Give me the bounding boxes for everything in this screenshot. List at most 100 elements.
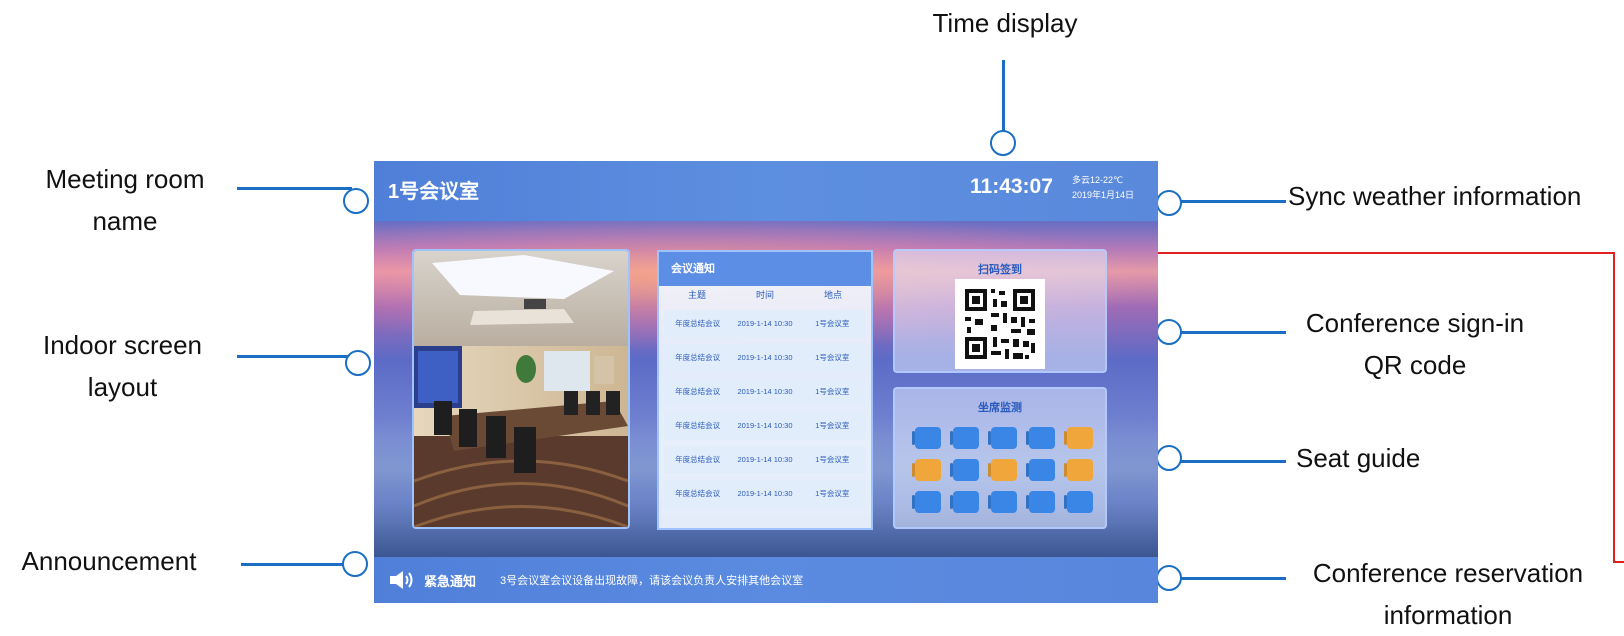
bracket-top	[1158, 252, 1614, 254]
cell-subject: 年度总结会议	[675, 387, 721, 396]
column-location: 地点	[823, 290, 842, 300]
callout-sign-in-qr-line1: Conference sign-in	[1305, 308, 1525, 338]
seat-monitor-panel: 坐席监测	[893, 387, 1107, 529]
cell-subject: 年度总结会议	[675, 455, 721, 464]
date-text: 2019年1月14日	[1072, 190, 1135, 200]
cell-subject: 年度总结会议	[675, 319, 721, 328]
callout-meeting-room-name: Meeting room name	[20, 158, 230, 242]
conference-room-image	[414, 251, 628, 527]
marker-reservation	[1156, 565, 1182, 591]
connector-sign-in-qr	[1180, 331, 1286, 334]
screen-header: 1号会议室 11:43:07 多云12-22℃ 2019年1月14日	[374, 161, 1158, 221]
seat-icon[interactable]	[1067, 427, 1093, 449]
cell-location: 1号会议室	[815, 455, 850, 464]
marker-announcement	[342, 551, 368, 577]
cell-location: 1号会议室	[815, 489, 850, 498]
speaker-icon	[388, 569, 414, 596]
cell-subject: 年度总结会议	[675, 353, 721, 362]
seat-icon[interactable]	[953, 427, 979, 449]
callout-sign-in-qr-line2: QR code	[1363, 350, 1467, 380]
seat-icon[interactable]	[991, 459, 1017, 481]
cell-time: 2019-1-14 10:30	[737, 421, 793, 430]
marker-seat-guide	[1156, 445, 1182, 471]
connector-time	[1002, 60, 1005, 132]
cell-time: 2019-1-14 10:30	[737, 387, 793, 396]
connector-announcement	[241, 563, 351, 566]
connector-room-name	[237, 187, 352, 190]
table-row[interactable]: 年度总结会议 2019-1-14 10:30 1号会议室	[664, 310, 866, 338]
clock-time: 11:43:07	[970, 175, 1053, 198]
callout-seat-guide: Seat guide	[1296, 443, 1421, 473]
table-row[interactable]: 年度总结会议 2019-1-14 10:30 1号会议室	[664, 446, 866, 474]
seat-icon[interactable]	[1029, 491, 1055, 513]
marker-room-name	[343, 188, 369, 214]
cell-time: 2019-1-14 10:30	[737, 455, 793, 464]
callout-sign-in-qr: Conference sign-in QR code	[1285, 302, 1545, 386]
callout-reservation-info-line2: information	[1383, 600, 1513, 630]
bracket-bottom	[1613, 561, 1624, 563]
connector-screen-layout	[237, 355, 354, 358]
seat-grid	[915, 427, 1093, 513]
column-time: 时间	[755, 290, 774, 300]
room-photo	[412, 249, 630, 529]
room-name: 1号会议室	[388, 181, 480, 203]
cell-subject: 年度总结会议	[675, 421, 721, 430]
seat-icon[interactable]	[1067, 459, 1093, 481]
weather-text: 多云12-22℃	[1072, 175, 1124, 185]
connector-reservation	[1180, 577, 1286, 580]
qr-code-icon	[965, 289, 1035, 359]
seat-icon[interactable]	[915, 491, 941, 513]
seat-icon[interactable]	[953, 491, 979, 513]
table-row[interactable]: 年度总结会议 2019-1-14 10:30 1号会议室	[664, 378, 866, 406]
marker-screen-layout	[345, 350, 371, 376]
connector-weather	[1180, 200, 1286, 203]
callout-reservation-info-line1: Conference reservation	[1312, 558, 1584, 588]
notice-columns: 主题 时间 地点	[659, 286, 871, 304]
cell-location: 1号会议室	[815, 387, 850, 396]
seat-icon[interactable]	[1029, 427, 1055, 449]
callout-reservation-info: Conference reservation information	[1288, 552, 1608, 636]
sign-in-title: 扫码签到	[978, 264, 1022, 276]
callout-sync-weather: Sync weather information	[1288, 181, 1582, 211]
column-subject: 主题	[687, 290, 706, 300]
cell-subject: 年度总结会议	[675, 489, 721, 498]
seat-icon[interactable]	[1067, 491, 1093, 513]
callout-meeting-room-name-line1: Meeting room	[45, 164, 205, 194]
callout-indoor-screen-layout-line2: layout	[87, 372, 158, 402]
callout-announcement: Announcement	[21, 546, 197, 576]
cell-time: 2019-1-14 10:30	[737, 353, 793, 362]
table-row[interactable]: 年度总结会议 2019-1-14 10:30 1号会议室	[664, 412, 866, 440]
announcement-text: 3号会议室会议设备出现故障，请该会议负责人安排其他会议室	[500, 575, 804, 587]
cell-time: 2019-1-14 10:30	[737, 319, 793, 328]
seat-monitor-title: 坐席监测	[978, 402, 1022, 414]
bracket-right	[1613, 252, 1615, 562]
cell-time: 2019-1-14 10:30	[737, 489, 793, 498]
meeting-notice-board: 会议通知 主题 时间 地点 年度总结会议 2019-1-14 10:30 1号会…	[657, 250, 873, 530]
cell-location: 1号会议室	[815, 421, 850, 430]
sign-in-panel: 扫码签到	[893, 249, 1107, 373]
callout-meeting-room-name-line2: name	[92, 206, 158, 236]
announcement-label: 紧急通知	[424, 574, 477, 589]
seat-icon[interactable]	[953, 459, 979, 481]
notice-title: 会议通知	[659, 252, 871, 286]
announcement-bar: 紧急通知 3号会议室会议设备出现故障，请该会议负责人安排其他会议室	[374, 557, 1158, 603]
cell-location: 1号会议室	[815, 319, 850, 328]
seat-icon[interactable]	[1029, 459, 1055, 481]
table-row[interactable]: 年度总结会议 2019-1-14 10:30 1号会议室	[664, 344, 866, 372]
callout-time-display: Time display	[932, 8, 1078, 38]
marker-weather	[1156, 190, 1182, 216]
qr-code[interactable]	[955, 279, 1045, 369]
callout-indoor-screen-layout: Indoor screen layout	[20, 324, 225, 408]
marker-time	[990, 130, 1016, 156]
callout-indoor-screen-layout-line1: Indoor screen	[43, 330, 202, 360]
cell-location: 1号会议室	[815, 353, 850, 362]
table-row[interactable]: 年度总结会议 2019-1-14 10:30 1号会议室	[664, 480, 866, 508]
seat-icon[interactable]	[991, 491, 1017, 513]
seat-icon[interactable]	[915, 427, 941, 449]
seat-icon[interactable]	[991, 427, 1017, 449]
seat-icon[interactable]	[915, 459, 941, 481]
meeting-room-screen: 1号会议室 11:43:07 多云12-22℃ 2019年1月14日 会议通知 …	[374, 161, 1158, 603]
weather-date: 多云12-22℃ 2019年1月14日	[1072, 173, 1134, 203]
marker-sign-in-qr	[1156, 319, 1182, 345]
connector-seat-guide	[1180, 460, 1286, 463]
